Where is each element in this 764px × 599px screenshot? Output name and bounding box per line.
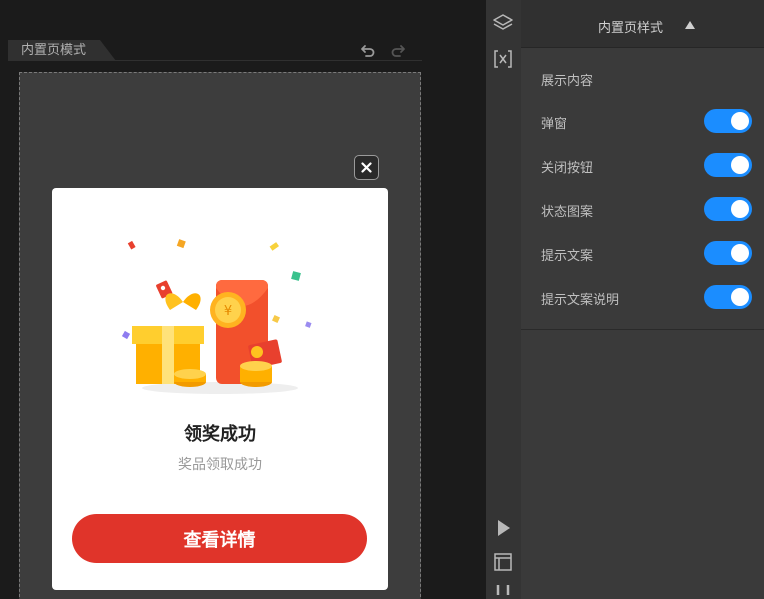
toggle-knob bbox=[731, 156, 749, 174]
toggle-label: 提示文案 bbox=[541, 249, 594, 264]
undo-icon[interactable] bbox=[360, 43, 376, 59]
close-button-toggle[interactable] bbox=[704, 153, 752, 177]
popup-title: 领奖成功 bbox=[184, 424, 256, 445]
toggle-label: 关闭按钮 bbox=[541, 161, 594, 176]
toggle-knob bbox=[731, 288, 749, 306]
reward-popup: ¥ 领奖成功 奖品领取成功 查看详情 bbox=[52, 188, 388, 590]
play-icon[interactable] bbox=[492, 517, 514, 539]
panel-title: 内置页样式 bbox=[597, 21, 663, 36]
popup-subtitle: 奖品领取成功 bbox=[178, 457, 262, 473]
layers-icon[interactable] bbox=[492, 12, 514, 34]
toggle-label: 状态图案 bbox=[541, 205, 594, 220]
close-icon bbox=[361, 162, 372, 173]
toggle-knob bbox=[731, 200, 749, 218]
toggle-knob bbox=[731, 244, 749, 262]
toggle-label: 提示文案说明 bbox=[541, 293, 620, 308]
status-pattern-toggle[interactable] bbox=[704, 197, 752, 221]
tool-icon-strip bbox=[486, 0, 521, 599]
tab-underline bbox=[8, 60, 422, 61]
hint-description-toggle[interactable] bbox=[704, 285, 752, 309]
popup-toggle[interactable] bbox=[704, 109, 752, 133]
magnet-icon[interactable] bbox=[492, 585, 514, 599]
frame-icon[interactable] bbox=[492, 551, 514, 573]
mode-tab[interactable]: 内置页模式 bbox=[8, 40, 116, 61]
properties-panel: 内置页样式 展示内容 弹窗 关闭按钮 状态图案 提示文案 提示文案说明 bbox=[521, 0, 764, 599]
toggle-row-close-button: 关闭按钮 bbox=[521, 153, 764, 177]
reward-illustration: ¥ bbox=[121, 239, 312, 394]
hint-text-toggle[interactable] bbox=[704, 241, 752, 265]
canvas-area: 内置页模式 ¥ 领奖成功 奖品领取成功 查看详情 bbox=[0, 0, 486, 599]
panel-header[interactable]: 内置页样式 bbox=[521, 0, 764, 48]
toggle-row-status-pattern: 状态图案 bbox=[521, 197, 764, 221]
view-details-button[interactable]: 查看详情 bbox=[72, 514, 367, 563]
toggle-label: 弹窗 bbox=[541, 117, 568, 132]
gold-coin-icon: ¥ bbox=[210, 292, 246, 328]
svg-text:¥: ¥ bbox=[224, 304, 232, 319]
variable-icon[interactable] bbox=[492, 48, 514, 70]
toggle-row-hint-description: 提示文案说明 bbox=[521, 285, 764, 309]
popup-close-button[interactable] bbox=[354, 155, 379, 180]
section-title: 展示内容 bbox=[541, 74, 594, 89]
collapse-triangle-icon[interactable] bbox=[685, 21, 695, 29]
toggle-row-hint-text: 提示文案 bbox=[521, 241, 764, 265]
redo-icon[interactable] bbox=[390, 43, 406, 59]
toggle-row-popup: 弹窗 bbox=[521, 109, 764, 133]
toggle-knob bbox=[731, 112, 749, 130]
panel-divider bbox=[521, 329, 764, 330]
